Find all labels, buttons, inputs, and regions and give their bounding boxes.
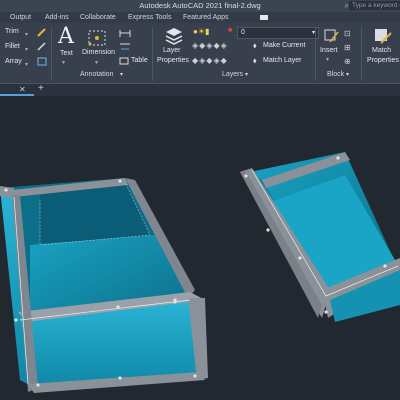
tab-express-tools[interactable]: Express Tools bbox=[128, 12, 171, 23]
layer-dropdown[interactable]: 0 ▾ bbox=[237, 27, 319, 39]
drawing-viewport[interactable] bbox=[0, 96, 400, 400]
dimension-icon[interactable] bbox=[86, 28, 108, 48]
right-box-model[interactable] bbox=[240, 152, 400, 322]
match-layer-button[interactable]: Match Layer bbox=[263, 57, 302, 64]
layer-properties-button[interactable]: Layer bbox=[163, 47, 181, 54]
close-icon[interactable]: ✕ bbox=[19, 84, 26, 96]
new-tab-icon[interactable]: + bbox=[38, 83, 44, 95]
layer-properties-label: Properties bbox=[157, 57, 189, 64]
make-current-icon: ⬧ bbox=[253, 41, 257, 50]
left-box-model[interactable] bbox=[0, 178, 208, 393]
layers-panel-label[interactable]: Layers bbox=[222, 71, 243, 78]
insert-icon[interactable] bbox=[322, 26, 342, 46]
chevron-down-icon[interactable]: ▾ bbox=[346, 71, 349, 78]
chevron-down-icon[interactable]: ▾ bbox=[95, 59, 98, 66]
match-layer-icon: ⬧ bbox=[253, 56, 257, 65]
trim-button[interactable]: Trim bbox=[5, 28, 19, 35]
tab-add-ins[interactable]: Add-ins bbox=[45, 12, 69, 23]
layer-properties-icon[interactable] bbox=[163, 26, 185, 46]
layer-on-icon[interactable]: ●☀▮ bbox=[193, 27, 209, 36]
search-input[interactable]: Type a keyword or bbox=[349, 1, 400, 10]
ribbon-tabs: Output Add-ins Collaborate Express Tools… bbox=[0, 12, 400, 23]
layer-tools-icon[interactable]: ◆◈◆◈◆ bbox=[192, 56, 228, 65]
chevron-down-icon[interactable]: ▾ bbox=[25, 46, 28, 53]
match-properties-label: Properties bbox=[367, 57, 399, 64]
annotation-panel-label[interactable]: Annotation bbox=[80, 71, 113, 78]
current-layer-value: 0 bbox=[241, 29, 245, 36]
block-tools-icon[interactable]: ⊡ ⊞ ⊕ bbox=[344, 27, 351, 69]
tab-output[interactable]: Output bbox=[10, 12, 31, 23]
modify-tools-icon[interactable] bbox=[36, 28, 48, 68]
tab-collaborate[interactable]: Collaborate bbox=[80, 12, 116, 23]
dimension-button[interactable]: Dimension bbox=[82, 49, 115, 56]
make-current-button[interactable]: Make Current bbox=[263, 42, 305, 49]
title-bar: Autodesk AutoCAD 2021 final-2.dwg ⌕ Type… bbox=[0, 0, 400, 12]
chevron-down-icon[interactable]: ▾ bbox=[120, 71, 123, 78]
chevron-down-icon[interactable]: ▾ bbox=[25, 31, 28, 38]
tab-featured-apps[interactable]: Featured Apps bbox=[183, 12, 229, 23]
text-button[interactable]: Text bbox=[60, 50, 73, 57]
fillet-button[interactable]: Fillet bbox=[5, 43, 20, 50]
chevron-down-icon[interactable]: ▾ bbox=[326, 56, 329, 63]
layer-tools-icon[interactable]: ◈◆◈◆◈ bbox=[192, 41, 228, 50]
block-panel-label[interactable]: Block bbox=[327, 71, 344, 78]
table-button[interactable]: Table bbox=[131, 57, 148, 64]
tab-options-icon[interactable] bbox=[260, 15, 268, 20]
chevron-down-icon[interactable]: ▾ bbox=[25, 61, 28, 68]
chevron-down-icon[interactable]: ▾ bbox=[62, 59, 65, 66]
file-tab-bar: ✕ + bbox=[0, 83, 400, 96]
window-title: Autodesk AutoCAD 2021 final-2.dwg bbox=[139, 1, 261, 10]
match-properties-icon[interactable] bbox=[372, 26, 394, 46]
text-icon[interactable]: A bbox=[58, 24, 74, 49]
chevron-down-icon[interactable]: ▾ bbox=[245, 71, 248, 78]
insert-button[interactable]: Insert bbox=[320, 47, 338, 54]
match-properties-button[interactable]: Match bbox=[372, 47, 391, 54]
layer-color-icon: ■ bbox=[228, 27, 233, 34]
array-button[interactable]: Array bbox=[5, 58, 22, 65]
